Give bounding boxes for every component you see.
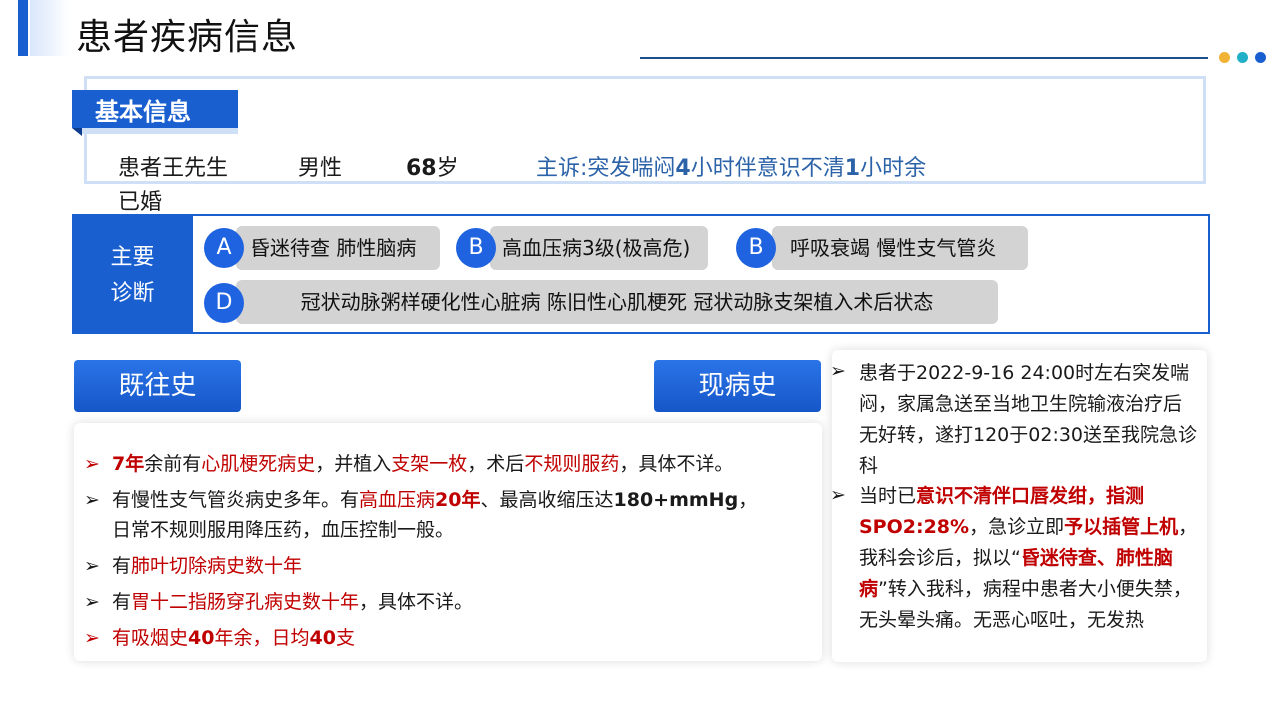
decor-dot-teal xyxy=(1237,52,1248,63)
complaint-text-2: 小时伴意识不清 xyxy=(690,156,845,181)
patient-name: 患者王先生 xyxy=(118,156,229,181)
page-title: 患者疾病信息 xyxy=(76,17,299,58)
text-segment: 不规则服药 xyxy=(524,453,620,475)
text-segment: 40 xyxy=(188,627,215,649)
patient-gender: 男性 xyxy=(298,156,343,181)
text-segment: 予以插管上机 xyxy=(1064,516,1179,538)
text-segment: 高血压病 xyxy=(359,489,436,511)
bullet-icon: ➢ xyxy=(830,484,846,506)
diagnosis-badge-d: D xyxy=(204,283,244,323)
patient-age-unit: 岁 xyxy=(436,156,459,181)
text-segment: 7年 xyxy=(112,453,145,475)
text-segment: 支 xyxy=(335,627,355,649)
text-segment: 有 xyxy=(112,555,132,577)
text-segment: ，急诊立即 xyxy=(969,516,1065,538)
diagnosis-item-d: 冠状动脉粥样硬化性心脏病 陈旧性心肌梗死 冠状动脉支架植入术后状态 xyxy=(236,280,998,324)
text-segment: ，具体不详。 xyxy=(619,453,734,475)
decor-dot-blue xyxy=(1255,52,1266,63)
header-accent-gradient xyxy=(30,0,70,56)
diagnosis-badge-b2: B xyxy=(736,228,776,268)
basic-info-tab-label: 基本信息 xyxy=(95,98,191,126)
past-history-item-5: ➢ 有吸烟史40年余，日均40支 xyxy=(84,622,355,654)
diagnosis-badge-b1: B xyxy=(456,228,496,268)
header-accent-bar xyxy=(18,0,28,56)
text-segment: ，并植入 xyxy=(315,453,392,475)
complaint-text-1: 主诉:突发喘闷 xyxy=(536,156,676,181)
complaint-number-2: 1 xyxy=(844,156,861,181)
past-history-item-1: ➢ 7年余前有心肌梗死病史，并植入支架一枚，术后不规则服药，具体不详。 xyxy=(84,448,733,480)
past-history-item-2-cont: 日常不规则服用降压药，血压控制一般。 xyxy=(112,519,455,541)
text-segment: 心肌梗死病史 xyxy=(201,453,316,475)
complaint-text-3: 小时余 xyxy=(860,156,927,181)
diagnosis-badge-a: A xyxy=(204,228,244,268)
diagnosis-label: 主要 诊断 xyxy=(72,240,193,312)
text-segment: 、最高收缩压达 xyxy=(480,489,614,511)
past-history-item-4: ➢ 有胃十二指肠穿孔病史数十年，具体不详。 xyxy=(84,586,473,618)
text-segment: 支架一枚 xyxy=(391,453,468,475)
text-segment: ，术后 xyxy=(467,453,525,475)
bullet-icon: ➢ xyxy=(84,453,100,475)
basic-info-tab-underline xyxy=(82,128,238,134)
bullet-icon: ➢ xyxy=(830,360,846,382)
patient-age: 68岁 xyxy=(406,150,459,182)
text-segment: 180+mmHg xyxy=(613,489,739,511)
present-history-para-1: 患者于2022-9-16 24:00时左右突发喘闷，家属急送至当地卫生院输液治疗… xyxy=(859,362,1198,477)
diagnosis-item-b2: 呼吸衰竭 慢性支气管炎 xyxy=(772,226,1028,270)
diagnosis-label-line1: 主要 xyxy=(110,245,155,270)
chief-complaint: 主诉:突发喘闷4小时伴意识不清1小时余 xyxy=(536,150,926,182)
text-segment: 有吸烟史 xyxy=(112,627,189,649)
patient-marital-status: 已婚 xyxy=(118,190,163,215)
text-segment: 20年 xyxy=(435,489,481,511)
patient-age-number: 68 xyxy=(406,156,437,181)
present-history-para-2: 当时已意识不清伴口唇发绀，指测SPO2:28%，急诊立即予以插管上机，我科会诊后… xyxy=(859,481,1199,636)
text-segment: 肺叶切除病史数十年 xyxy=(131,555,303,577)
bullet-icon: ➢ xyxy=(84,627,100,649)
bullet-icon: ➢ xyxy=(84,591,100,613)
text-segment: 当时已 xyxy=(859,485,917,507)
text-segment: ，具体不详。 xyxy=(359,591,474,613)
text-segment: ， xyxy=(738,489,758,511)
past-history-item-2: ➢ 有慢性支气管炎病史多年。有高血压病20年、最高收缩压达180+mmHg， xyxy=(84,484,757,516)
complaint-number-1: 4 xyxy=(675,156,691,181)
text-segment: 有慢性支气管炎病史多年。有 xyxy=(112,489,360,511)
bullet-icon: ➢ xyxy=(84,555,100,577)
basic-info-tab-fold xyxy=(72,128,82,136)
past-history-button[interactable]: 既往史 xyxy=(74,360,241,412)
text-segment: 胃十二指肠穿孔病史数十年 xyxy=(131,591,360,613)
past-history-item-3: ➢ 有肺叶切除病史数十年 xyxy=(84,550,302,582)
text-segment: 40 xyxy=(309,627,336,649)
decor-dot-yellow xyxy=(1219,52,1230,63)
text-segment: 余前有 xyxy=(144,453,202,475)
diagnosis-item-b1: 高血压病3级(极高危) xyxy=(490,226,708,270)
text-segment: ”转入我科，病程中患者大小便失禁，无头晕头痛。无恶心呕吐，无发热 xyxy=(859,578,1192,631)
diagnosis-item-a: 昏迷待查 肺性脑病 xyxy=(236,226,440,270)
diagnosis-label-line2: 诊断 xyxy=(110,281,155,306)
bullet-icon: ➢ xyxy=(84,489,100,511)
text-segment: 年余，日均 xyxy=(214,627,310,649)
header-divider xyxy=(640,57,1208,59)
present-history-button[interactable]: 现病史 xyxy=(654,360,821,412)
text-segment: 有 xyxy=(112,591,132,613)
